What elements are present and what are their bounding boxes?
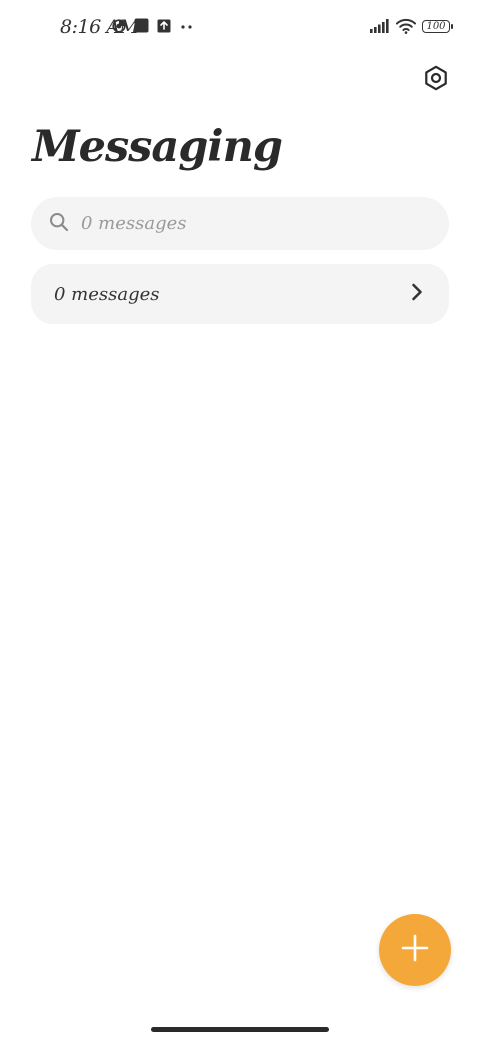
chevron-right-icon <box>411 283 423 305</box>
settings-button[interactable] <box>422 65 450 95</box>
signal-icon <box>370 19 390 33</box>
data-saver-icon <box>112 18 126 33</box>
battery-level: 100 <box>426 20 446 32</box>
status-icons-left <box>112 18 195 33</box>
battery-icon: 100 <box>422 19 453 33</box>
search-bar[interactable] <box>31 197 449 250</box>
plus-icon <box>401 934 429 966</box>
page-title: Messaging <box>32 122 283 172</box>
conversations-row[interactable]: 0 messages <box>31 264 449 324</box>
conversations-count-label: 0 messages <box>54 283 160 305</box>
wifi-icon <box>396 18 416 34</box>
upload-icon <box>157 19 171 33</box>
status-icons-right: 100 <box>370 18 453 34</box>
home-indicator[interactable] <box>151 1027 329 1032</box>
square-app-icon <box>134 18 149 33</box>
more-dots-icon <box>179 19 195 33</box>
settings-icon <box>423 65 449 95</box>
status-bar: 8:16 AM 100 <box>0 0 480 56</box>
search-icon <box>49 212 69 236</box>
new-message-button[interactable] <box>379 914 451 986</box>
search-input[interactable] <box>81 213 401 234</box>
